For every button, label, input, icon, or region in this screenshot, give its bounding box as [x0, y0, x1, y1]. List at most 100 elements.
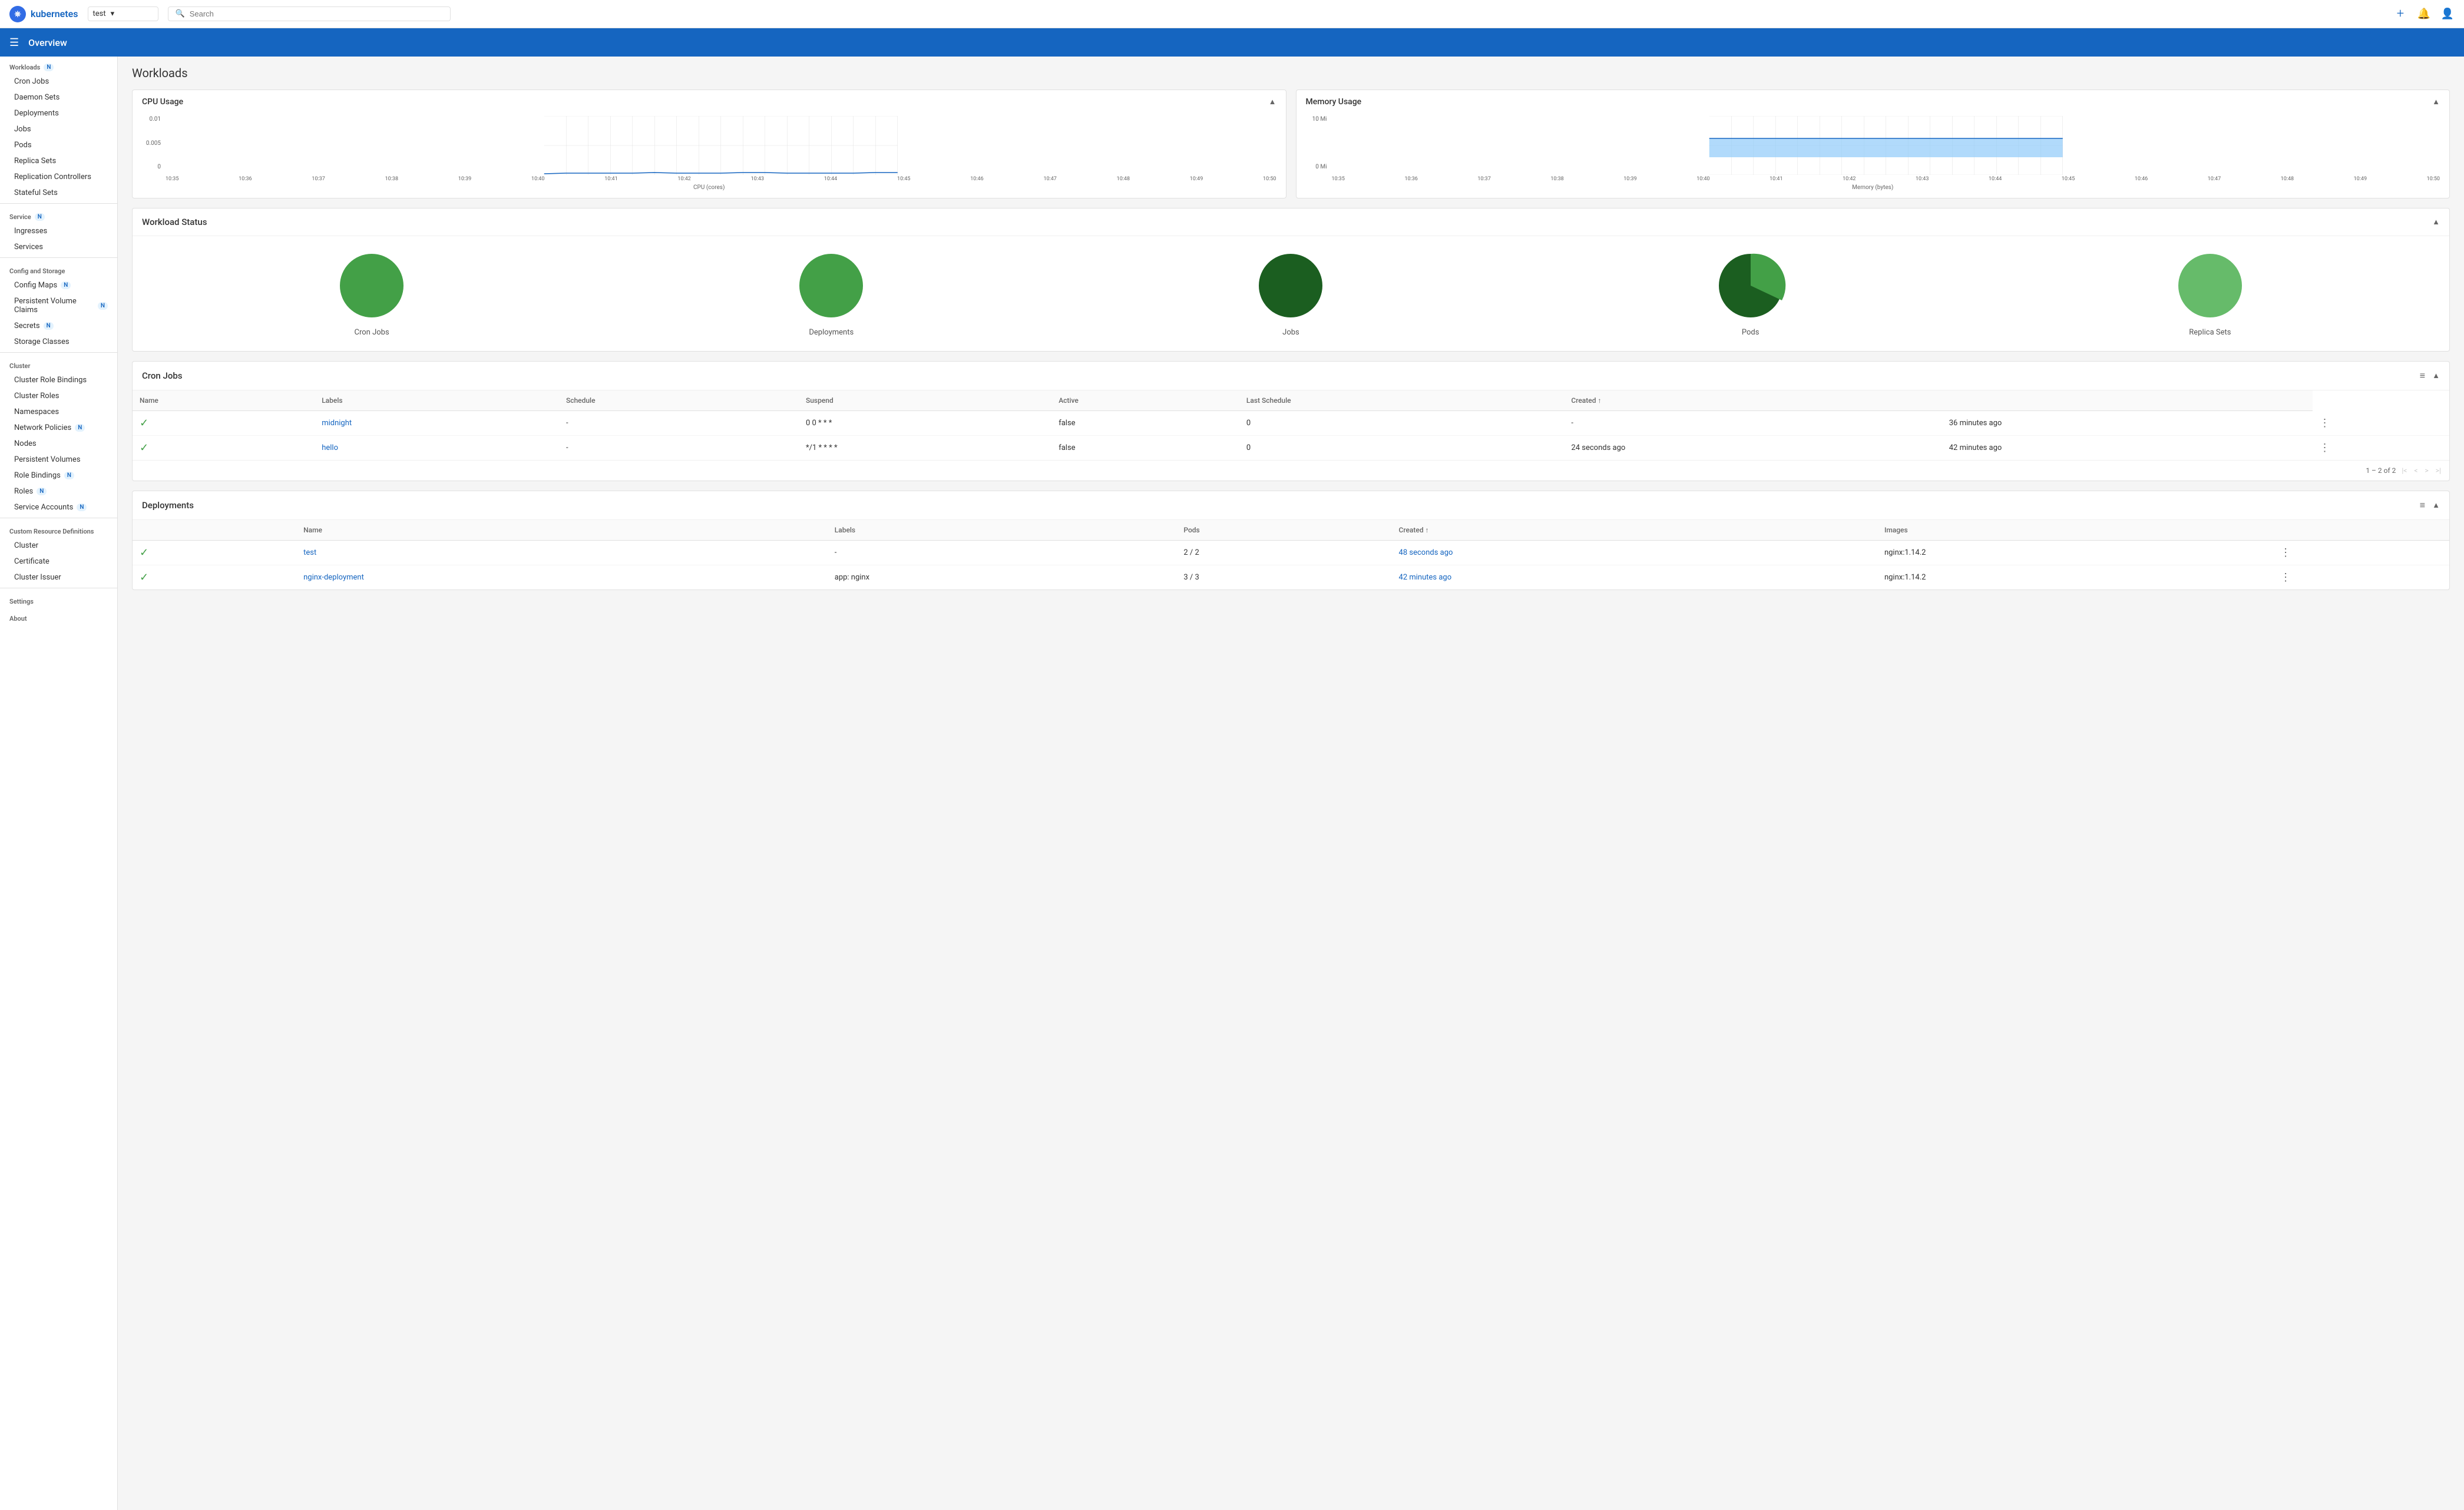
- row-menu-icon[interactable]: ⋮: [2320, 417, 2330, 429]
- cpu-y-tick-2: 0.005: [142, 140, 161, 147]
- sidebar-item-networkpolicies[interactable]: Network Policies N: [0, 420, 117, 436]
- pagination-last[interactable]: >|: [2435, 465, 2442, 476]
- sidebar-item-replicasets[interactable]: Replica Sets: [0, 153, 117, 169]
- content-title: Workloads: [132, 66, 2450, 80]
- dep-status-cell: ✓: [133, 565, 296, 590]
- pvc-badge: N: [98, 302, 108, 310]
- sidebar-item-roles[interactable]: Roles N: [0, 484, 117, 499]
- cronjobs-table-card: Cron Jobs ≡ ▲ Name Labels Schedule Suspe…: [132, 361, 2450, 481]
- mem-x-tick: 10:37: [1477, 176, 1490, 182]
- sidebar-item-secrets[interactable]: Secrets N: [0, 318, 117, 334]
- cpu-x-tick: 10:43: [751, 176, 764, 182]
- menu-icon[interactable]: ☰: [9, 37, 19, 49]
- cronjob-status-cell: ✓: [133, 436, 315, 461]
- search-bar[interactable]: 🔍: [168, 6, 451, 21]
- workload-pods-label: Pods: [1742, 328, 1759, 337]
- mem-y-label: Memory (bytes): [1306, 184, 2440, 191]
- row-menu-icon[interactable]: ⋮: [2320, 442, 2330, 454]
- sidebar-item-daemonsets[interactable]: Daemon Sets: [0, 90, 117, 105]
- sidebar-item-namespaces[interactable]: Namespaces: [0, 404, 117, 420]
- dep-name-link[interactable]: test: [303, 548, 316, 557]
- mem-x-tick: 10:48: [2281, 176, 2294, 182]
- status-ok-icon: ✓: [140, 547, 148, 559]
- workload-item-cronjobs: Cron Jobs: [336, 250, 407, 337]
- workload-status-collapse[interactable]: ▲: [2432, 217, 2440, 227]
- cpu-x-tick: 10:40: [531, 176, 544, 182]
- sidebar-item-jobs[interactable]: Jobs: [0, 121, 117, 137]
- table-row: ✓ nginx-deployment app: nginx 3 / 3 42 m…: [133, 565, 2449, 590]
- sidebar-item-clusterrolebindings[interactable]: Cluster Role Bindings: [0, 372, 117, 388]
- cpu-x-tick: 10:35: [166, 176, 178, 182]
- workloads-section: Workloads N: [0, 57, 117, 74]
- workload-status-body: Cron Jobs Deployments Jobs: [133, 236, 2449, 351]
- cronjob-name-link[interactable]: hello: [322, 443, 338, 452]
- sidebar-item-cronjobs[interactable]: Cron Jobs: [0, 74, 117, 90]
- cpu-x-tick: 10:42: [677, 176, 690, 182]
- sidebar-item-crd-certificate[interactable]: Certificate: [0, 554, 117, 569]
- sidebar-item-replicationcontrollers[interactable]: Replication Controllers: [0, 169, 117, 185]
- sidebar-item-deployments[interactable]: Deployments: [0, 105, 117, 121]
- status-ok-icon: ✓: [140, 442, 148, 454]
- deployments-collapse[interactable]: ▲: [2432, 501, 2440, 510]
- search-input[interactable]: [190, 9, 443, 18]
- content-area: Workloads CPU Usage ▲ 0.01 0.005 0: [118, 57, 2464, 1510]
- dep-col-images: Images: [1877, 520, 2273, 541]
- cpu-x-tick: 10:47: [1043, 176, 1056, 182]
- dep-name-link[interactable]: nginx-deployment: [303, 573, 364, 582]
- sidebar-item-services[interactable]: Services: [0, 239, 117, 255]
- namespace-value: test: [93, 9, 106, 18]
- user-icon[interactable]: 👤: [2440, 7, 2455, 21]
- cronjob-lastschedule-cell: 24 seconds ago: [1564, 436, 1942, 461]
- sidebar-item-serviceaccounts[interactable]: Service Accounts N: [0, 499, 117, 515]
- cronjob-name-link[interactable]: midnight: [322, 419, 352, 428]
- pagination-first[interactable]: |<: [2400, 465, 2408, 476]
- col-lastschedule: Last Schedule: [1239, 390, 1564, 411]
- sidebar-item-pvc[interactable]: Persistent Volume Claims N: [0, 293, 117, 318]
- cpu-x-tick: 10:50: [1263, 176, 1276, 182]
- cpu-chart-svg: [166, 116, 1276, 175]
- notifications-icon[interactable]: 🔔: [2417, 7, 2431, 21]
- sidebar-item-clusterroles[interactable]: Cluster Roles: [0, 388, 117, 404]
- workload-deployments-label: Deployments: [809, 328, 854, 337]
- sidebar-item-persistentvolumes[interactable]: Persistent Volumes: [0, 452, 117, 468]
- cronjobs-collapse[interactable]: ▲: [2432, 371, 2440, 380]
- dep-created-link[interactable]: 48 seconds ago: [1399, 548, 1453, 557]
- cpu-chart-collapse[interactable]: ▲: [1269, 97, 1276, 107]
- sidebar-item-configmaps[interactable]: Config Maps N: [0, 277, 117, 293]
- cronjobs-table: Name Labels Schedule Suspend Active Last…: [133, 390, 2449, 460]
- roles-badge: N: [37, 488, 47, 495]
- sidebar-item-nodes[interactable]: Nodes: [0, 436, 117, 452]
- sidebar-item-pods[interactable]: Pods: [0, 137, 117, 153]
- col-suspend: Suspend: [799, 390, 1051, 411]
- sidebar-item-crd-clusterissuer[interactable]: Cluster Issuer: [0, 569, 117, 585]
- dep-col-status: [133, 520, 296, 541]
- pagination-next[interactable]: >: [2424, 465, 2430, 476]
- table-row: ✓ test - 2 / 2 48 seconds ago nginx:1.14…: [133, 541, 2449, 565]
- sidebar-item-ingresses[interactable]: Ingresses: [0, 223, 117, 239]
- sidebar-item-rolebindings[interactable]: Role Bindings N: [0, 468, 117, 484]
- pagination-prev[interactable]: <: [2413, 465, 2419, 476]
- cronjob-lastschedule-cell: -: [1564, 411, 1942, 436]
- about-section: About: [0, 608, 117, 625]
- memory-chart-card: Memory Usage ▲ 10 Mi 0 Mi: [1296, 90, 2450, 198]
- cpu-x-tick: 10:45: [897, 176, 910, 182]
- dep-created-link[interactable]: 42 minutes ago: [1399, 573, 1452, 582]
- add-button[interactable]: +: [2393, 7, 2407, 21]
- sidebar-item-storageclasses[interactable]: Storage Classes: [0, 334, 117, 350]
- memory-chart-collapse[interactable]: ▲: [2432, 97, 2440, 107]
- sidebar-item-crd-cluster[interactable]: Cluster: [0, 538, 117, 554]
- filter-icon[interactable]: ≡: [2420, 370, 2425, 382]
- sidebar-item-statefulsets[interactable]: Stateful Sets: [0, 185, 117, 201]
- memory-chart-header: Memory Usage ▲: [1297, 90, 2450, 111]
- namespace-selector[interactable]: test ▾: [88, 6, 158, 21]
- memory-chart-body: 10 Mi 0 Mi: [1297, 111, 2450, 198]
- header-bar: ☰ Overview: [0, 28, 2464, 57]
- cronjobs-pagination: 1 – 2 of 2 |< < > >|: [133, 460, 2449, 481]
- cronjobs-pie: [336, 250, 407, 321]
- cpu-y-tick-1: 0.01: [142, 116, 161, 122]
- sort-icon: ↑: [1426, 526, 1429, 534]
- filter-icon[interactable]: ≡: [2420, 499, 2425, 511]
- row-menu-icon[interactable]: ⋮: [2280, 547, 2291, 559]
- row-menu-icon[interactable]: ⋮: [2280, 571, 2291, 584]
- charts-row: CPU Usage ▲ 0.01 0.005 0: [132, 90, 2450, 198]
